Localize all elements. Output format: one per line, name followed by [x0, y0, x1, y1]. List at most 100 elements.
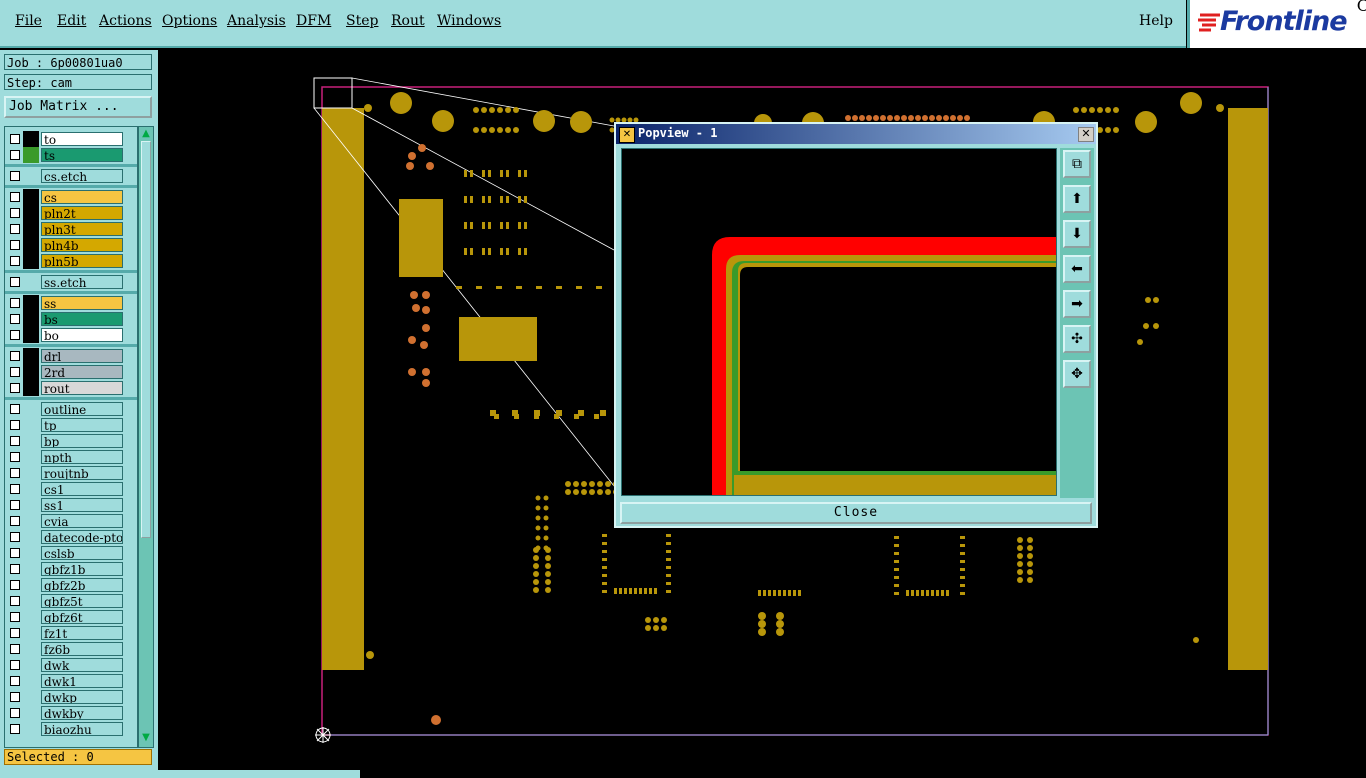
layer-color-swatch[interactable] — [23, 295, 39, 311]
layer-row-fz1t[interactable]: fz1t — [5, 625, 137, 641]
layer-name[interactable]: tp — [41, 418, 123, 432]
layer-row-outline[interactable]: outline — [5, 401, 137, 417]
window-close-icon[interactable]: ✕ — [1078, 127, 1094, 142]
popview-close-button[interactable]: Close — [620, 502, 1092, 524]
move-down-icon[interactable]: ⬇ — [1063, 220, 1091, 248]
zoom-window-icon[interactable]: ⧉ — [1063, 150, 1091, 178]
layer-color-swatch[interactable] — [23, 593, 39, 609]
layer-name[interactable]: cs1 — [41, 482, 123, 496]
layer-checkbox[interactable] — [10, 596, 20, 606]
menu-actions[interactable]: Actions — [99, 13, 152, 29]
menu-analysis[interactable]: Analysis — [227, 13, 286, 29]
layer-color-swatch[interactable] — [23, 705, 39, 721]
layer-checkbox[interactable] — [10, 436, 20, 446]
menu-windows[interactable]: Windows — [437, 13, 501, 29]
layer-row-cs.etch[interactable]: cs.etch — [5, 168, 137, 184]
layer-name[interactable]: drl — [41, 349, 123, 363]
layer-color-swatch[interactable] — [23, 481, 39, 497]
layer-color-swatch[interactable] — [23, 689, 39, 705]
layer-name[interactable]: ss — [41, 296, 123, 310]
layer-color-swatch[interactable] — [23, 401, 39, 417]
layer-color-swatch[interactable] — [23, 168, 39, 184]
layer-checkbox[interactable] — [10, 192, 20, 202]
layer-checkbox[interactable] — [10, 404, 20, 414]
layer-name[interactable]: dwkp — [41, 690, 123, 704]
layer-row-drl[interactable]: drl — [5, 348, 137, 364]
layer-row-datecode-pto[interactable]: datecode-pto — [5, 529, 137, 545]
layer-color-swatch[interactable] — [23, 545, 39, 561]
layer-name[interactable]: fz1t — [41, 626, 123, 640]
layer-color-swatch[interactable] — [23, 348, 39, 364]
layer-color-swatch[interactable] — [23, 657, 39, 673]
layer-row-pln5b[interactable]: pln5b — [5, 253, 137, 269]
layer-row-gbfz2b[interactable]: gbfz2b — [5, 577, 137, 593]
layer-row-dwkby[interactable]: dwkby — [5, 705, 137, 721]
layer-name[interactable]: pln2t — [41, 206, 123, 220]
layer-checkbox[interactable] — [10, 644, 20, 654]
layer-row-ss[interactable]: ss — [5, 295, 137, 311]
layer-name[interactable]: biaozhu — [41, 722, 123, 736]
layer-checkbox[interactable] — [10, 628, 20, 638]
layer-name[interactable]: bs — [41, 312, 123, 326]
layer-color-swatch[interactable] — [23, 497, 39, 513]
layer-name[interactable]: cvia — [41, 514, 123, 528]
layer-row-to[interactable]: to — [5, 131, 137, 147]
layer-name[interactable]: gbfz2b — [41, 578, 123, 592]
layer-name[interactable]: outline — [41, 402, 123, 416]
layer-row-gbfz1b[interactable]: gbfz1b — [5, 561, 137, 577]
layer-color-swatch[interactable] — [23, 561, 39, 577]
layer-list-scrollbar[interactable]: ▲ ▼ — [138, 126, 154, 748]
layer-name[interactable]: dwk1 — [41, 674, 123, 688]
layer-checkbox[interactable] — [10, 208, 20, 218]
layer-row-pln4b[interactable]: pln4b — [5, 237, 137, 253]
layer-row-roujtnb[interactable]: roujtnb — [5, 465, 137, 481]
layer-color-swatch[interactable] — [23, 673, 39, 689]
layer-color-swatch[interactable] — [23, 417, 39, 433]
layer-color-swatch[interactable] — [23, 433, 39, 449]
layer-checkbox[interactable] — [10, 420, 20, 430]
layer-checkbox[interactable] — [10, 612, 20, 622]
menu-dfm[interactable]: DFM — [296, 13, 331, 29]
layer-row-cvia[interactable]: cvia — [5, 513, 137, 529]
layer-row-tp[interactable]: tp — [5, 417, 137, 433]
layer-row-bp[interactable]: bp — [5, 433, 137, 449]
layer-row-bs[interactable]: bs — [5, 311, 137, 327]
layer-name[interactable]: cslsb — [41, 546, 123, 560]
layer-checkbox[interactable] — [10, 548, 20, 558]
layer-row-cslsb[interactable]: cslsb — [5, 545, 137, 561]
layer-name[interactable]: 2rd — [41, 365, 123, 379]
layer-color-swatch[interactable] — [23, 237, 39, 253]
layer-name[interactable]: pln4b — [41, 238, 123, 252]
layer-color-swatch[interactable] — [23, 327, 39, 343]
layer-row-pln3t[interactable]: pln3t — [5, 221, 137, 237]
layer-checkbox[interactable] — [10, 351, 20, 361]
layer-checkbox[interactable] — [10, 330, 20, 340]
layer-color-swatch[interactable] — [23, 641, 39, 657]
layer-checkbox[interactable] — [10, 660, 20, 670]
layer-name[interactable]: gbfz1b — [41, 562, 123, 576]
layer-row-biaozhu[interactable]: biaozhu — [5, 721, 137, 737]
layer-checkbox[interactable] — [10, 240, 20, 250]
layer-row-gbfz6t[interactable]: gbfz6t — [5, 609, 137, 625]
menu-edit[interactable]: Edit — [57, 13, 86, 29]
layer-color-swatch[interactable] — [23, 380, 39, 396]
menu-help[interactable]: Help — [1139, 13, 1173, 29]
layer-name[interactable]: gbfz6t — [41, 610, 123, 624]
layer-color-swatch[interactable] — [23, 449, 39, 465]
layer-checkbox[interactable] — [10, 484, 20, 494]
layer-row-rout[interactable]: rout — [5, 380, 137, 396]
layer-row-dwk1[interactable]: dwk1 — [5, 673, 137, 689]
layer-checkbox[interactable] — [10, 298, 20, 308]
layer-checkbox[interactable] — [10, 314, 20, 324]
layer-checkbox[interactable] — [10, 516, 20, 526]
layer-name[interactable]: rout — [41, 381, 123, 395]
layer-row-2rd[interactable]: 2rd — [5, 364, 137, 380]
layer-name[interactable]: to — [41, 132, 123, 146]
layer-color-swatch[interactable] — [23, 465, 39, 481]
layer-checkbox[interactable] — [10, 224, 20, 234]
layer-name[interactable]: dwk — [41, 658, 123, 672]
layer-name[interactable]: bp — [41, 434, 123, 448]
zoom-out-icon[interactable]: ✥ — [1063, 360, 1091, 388]
layer-checkbox[interactable] — [10, 277, 20, 287]
layer-checkbox[interactable] — [10, 676, 20, 686]
